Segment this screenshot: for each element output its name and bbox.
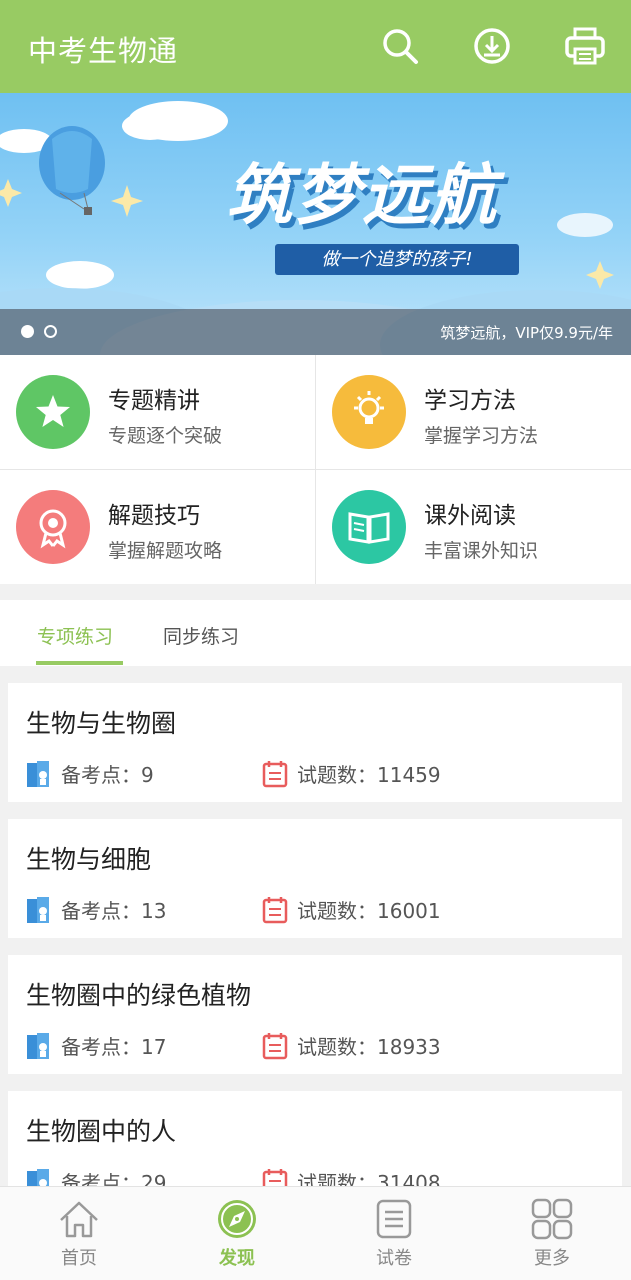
books-icon [26, 759, 52, 789]
badge-icon [16, 490, 90, 564]
calendar-icon [262, 895, 288, 925]
question-count-label: 试题数：16001 [297, 899, 441, 923]
feature-title: 解题技巧 [108, 503, 200, 529]
download-icon[interactable] [470, 24, 514, 68]
question-count-label: 试题数：11459 [297, 763, 441, 787]
feature-topic-lecture[interactable]: 专题精讲 专题逐个突破 [0, 355, 315, 469]
nav-home[interactable]: 首页 [39, 1196, 119, 1276]
feature-subtitle: 丰富课外知识 [424, 540, 539, 562]
banner-caption: 筑梦远航，VIP仅9.9元/年 [440, 324, 613, 342]
feature-title: 课外阅读 [424, 503, 516, 529]
exam-points-label: 备考点：13 [61, 899, 167, 923]
book-icon [332, 490, 406, 564]
exam-points-label: 备考点：9 [61, 763, 154, 787]
list-item[interactable]: 生物圈中的绿色植物 备考点：17 试题数：18933 [8, 955, 622, 1074]
nav-more[interactable]: 更多 [512, 1196, 592, 1276]
books-icon [26, 895, 52, 925]
banner-slogan: 做一个追梦的孩子! [275, 244, 519, 275]
feature-subtitle: 掌握解题攻略 [108, 540, 223, 562]
nav-label: 更多 [534, 1248, 570, 1269]
question-count-label: 试题数：18933 [297, 1035, 441, 1059]
tab-sync-practice[interactable]: 同步练习 [163, 622, 239, 649]
feature-subtitle: 专题逐个突破 [108, 425, 223, 447]
feature-study-method[interactable]: 学习方法 掌握学习方法 [316, 355, 631, 469]
card-title: 生物与生物圈 [26, 709, 177, 738]
card-title: 生物与细胞 [26, 845, 152, 874]
paper-icon [373, 1198, 415, 1240]
top-app-bar: 中考生物通 [0, 0, 631, 93]
banner-title: 筑梦远航 [226, 157, 498, 234]
feature-title: 专题精讲 [108, 388, 200, 414]
carousel-dot-active[interactable] [21, 325, 34, 338]
nav-label: 发现 [219, 1248, 255, 1269]
search-icon[interactable] [378, 24, 422, 68]
feature-title: 学习方法 [424, 388, 516, 414]
nav-discover[interactable]: 发现 [197, 1196, 277, 1276]
exam-points-label: 备考点：17 [61, 1035, 167, 1059]
feature-extra-reading[interactable]: 课外阅读 丰富课外知识 [316, 470, 631, 584]
card-title: 生物圈中的绿色植物 [26, 981, 252, 1010]
home-icon [58, 1198, 100, 1240]
list-item[interactable]: 生物与生物圈 备考点：9 试题数：11459 [8, 683, 622, 802]
print-icon[interactable] [563, 24, 607, 68]
tab-active-indicator [36, 661, 123, 665]
tab-special-practice[interactable]: 专项练习 [37, 622, 113, 649]
star-icon [16, 375, 90, 449]
card-title: 生物圈中的人 [26, 1117, 177, 1146]
books-icon [26, 1031, 52, 1061]
list-item[interactable]: 生物与细胞 备考点：13 试题数：16001 [8, 819, 622, 938]
calendar-icon [262, 1031, 288, 1061]
feature-problem-tips[interactable]: 解题技巧 掌握解题攻略 [0, 470, 315, 584]
carousel-dot[interactable] [44, 325, 57, 338]
nav-label: 试卷 [376, 1248, 412, 1269]
calendar-icon [262, 759, 288, 789]
app-title: 中考生物通 [28, 34, 179, 68]
grid-icon [531, 1198, 573, 1240]
lightbulb-icon [332, 375, 406, 449]
compass-icon [216, 1198, 258, 1240]
nav-papers[interactable]: 试卷 [354, 1196, 434, 1276]
feature-subtitle: 掌握学习方法 [424, 425, 539, 447]
nav-label: 首页 [61, 1248, 97, 1269]
